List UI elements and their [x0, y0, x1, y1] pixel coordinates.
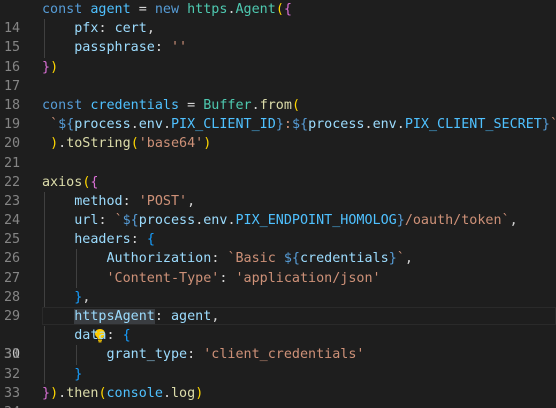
- code-line[interactable]: 34 }).then(console.log): [0, 384, 556, 408]
- code-line[interactable]: 29 },: [0, 287, 556, 324]
- code-line[interactable]: 28 'Content-Type': 'application/json': [0, 268, 556, 305]
- code-line[interactable]: 19 const credentials = Buffer.from(: [0, 96, 556, 132]
- code-line[interactable]: 15 pfx: cert,: [0, 19, 556, 55]
- line-code: httpsAgent: agent,: [74, 309, 220, 324]
- line-code: const agent = new https.Agent({: [42, 2, 292, 17]
- code-line[interactable]: 14 const agent = new https.Agent({: [0, 0, 556, 36]
- code-line[interactable]: 25 url: `${process.env.PIX_ENDPOINT_HOMO…: [0, 211, 556, 247]
- line-code: `${process.env.PIX_CLIENT_ID}:${process.…: [50, 117, 556, 133]
- line-code: }): [42, 59, 59, 75]
- code-line[interactable]: 18: [0, 77, 556, 113]
- line-code: method: 'POST',: [74, 193, 196, 209]
- line-code: Authorization: `Basic ${credentials}`,: [106, 251, 413, 267]
- code-line-active[interactable]: 30 httpsAgent: agent,: [0, 307, 556, 362]
- code-line[interactable]: 33 }: [0, 364, 556, 401]
- lightbulb-icon[interactable]: [45, 309, 106, 343]
- line-code: grant_type: 'client_credentials': [106, 347, 365, 363]
- code-line[interactable]: 16 passphrase: '': [0, 38, 556, 75]
- line-code: pfx: cert,: [74, 21, 155, 37]
- code-line[interactable]: 22: [0, 154, 556, 190]
- line-code: axios({: [42, 174, 99, 190]
- line-code: url: `${process.env.PIX_ENDPOINT_HOMOLOG…: [74, 213, 518, 229]
- line-code: },: [74, 289, 91, 305]
- line-code: }).then(console.log): [42, 385, 204, 401]
- line-code: 'Content-Type': 'application/json': [106, 270, 381, 286]
- line-code: headers: {: [74, 232, 155, 248]
- code-line[interactable]: 32 grant_type: 'client_credentials': [0, 345, 556, 382]
- code-line[interactable]: 23 axios({: [0, 173, 556, 209]
- code-editor[interactable]: 14 const agent = new https.Agent({ 15 pf…: [0, 0, 556, 408]
- line-code: const credentials = Buffer.from(: [42, 97, 300, 113]
- line-code: ).toString('base64'): [50, 136, 212, 152]
- line-number: 34: [0, 403, 38, 408]
- code-line[interactable]: 26 headers: {: [0, 230, 556, 266]
- line-code: }: [74, 366, 83, 382]
- code-line[interactable]: 31 data: {: [0, 326, 556, 362]
- code-line[interactable]: 20 `${process.env.PIX_CLIENT_ID}:${proce…: [0, 115, 556, 151]
- line-code: data: {: [74, 328, 131, 344]
- code-line[interactable]: 17 }): [0, 58, 556, 94]
- code-line[interactable]: 24 method: 'POST',: [0, 191, 556, 228]
- line-code: passphrase: '': [74, 40, 188, 56]
- code-line[interactable]: 27 Authorization: `Basic ${credentials}`…: [0, 249, 556, 286]
- code-line[interactable]: 21 ).toString('base64'): [0, 134, 556, 170]
